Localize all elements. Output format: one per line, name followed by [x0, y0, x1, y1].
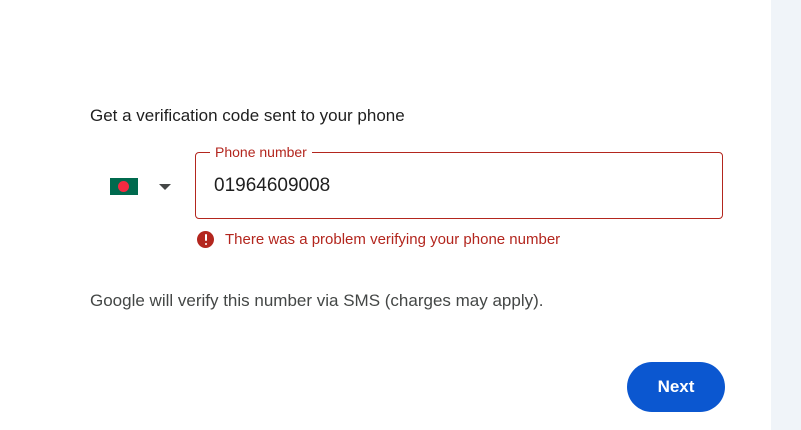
chevron-down-icon: [159, 184, 171, 190]
phone-number-field[interactable]: Phone number: [195, 143, 723, 219]
verification-prompt: Get a verification code sent to your pho…: [90, 106, 405, 125]
next-button[interactable]: Next: [627, 362, 725, 412]
error-text: There was a problem verifying your phone…: [225, 231, 561, 248]
side-panel: [771, 0, 801, 430]
error-icon: [197, 231, 214, 248]
phone-number-label: Phone number: [210, 143, 312, 161]
country-code-picker[interactable]: [104, 170, 180, 204]
phone-number-input[interactable]: [214, 173, 704, 199]
sms-charges-note: Google will verify this number via SMS (…: [90, 291, 544, 310]
bangladesh-flag-icon: [110, 178, 138, 195]
flag-disc: [118, 181, 129, 192]
